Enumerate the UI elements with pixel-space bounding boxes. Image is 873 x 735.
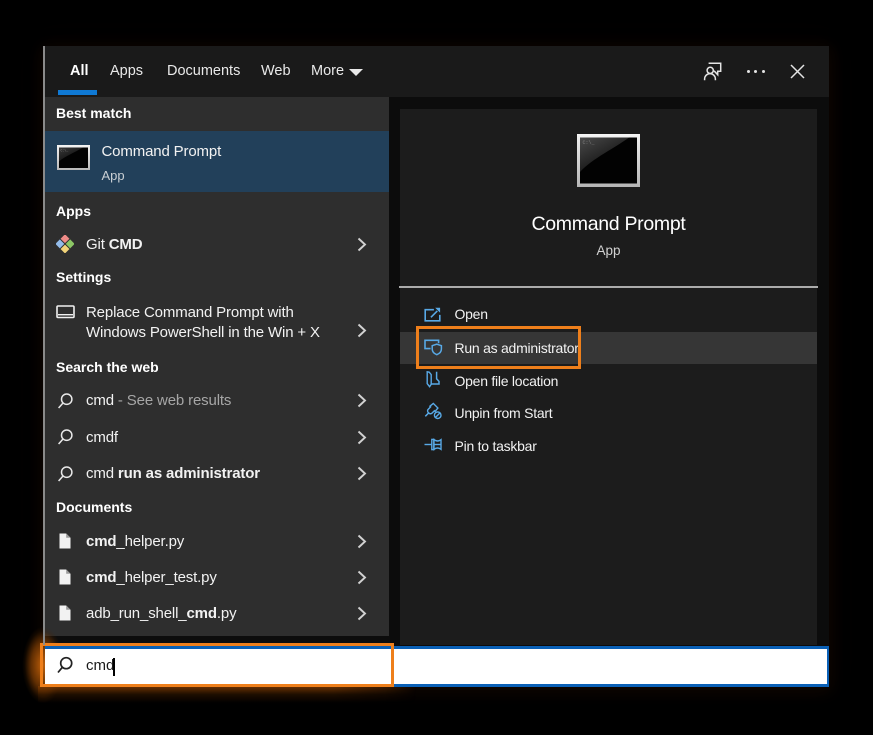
svg-text:C:\_: C:\_ xyxy=(61,149,69,153)
svg-text:C:\_: C:\_ xyxy=(583,140,596,146)
